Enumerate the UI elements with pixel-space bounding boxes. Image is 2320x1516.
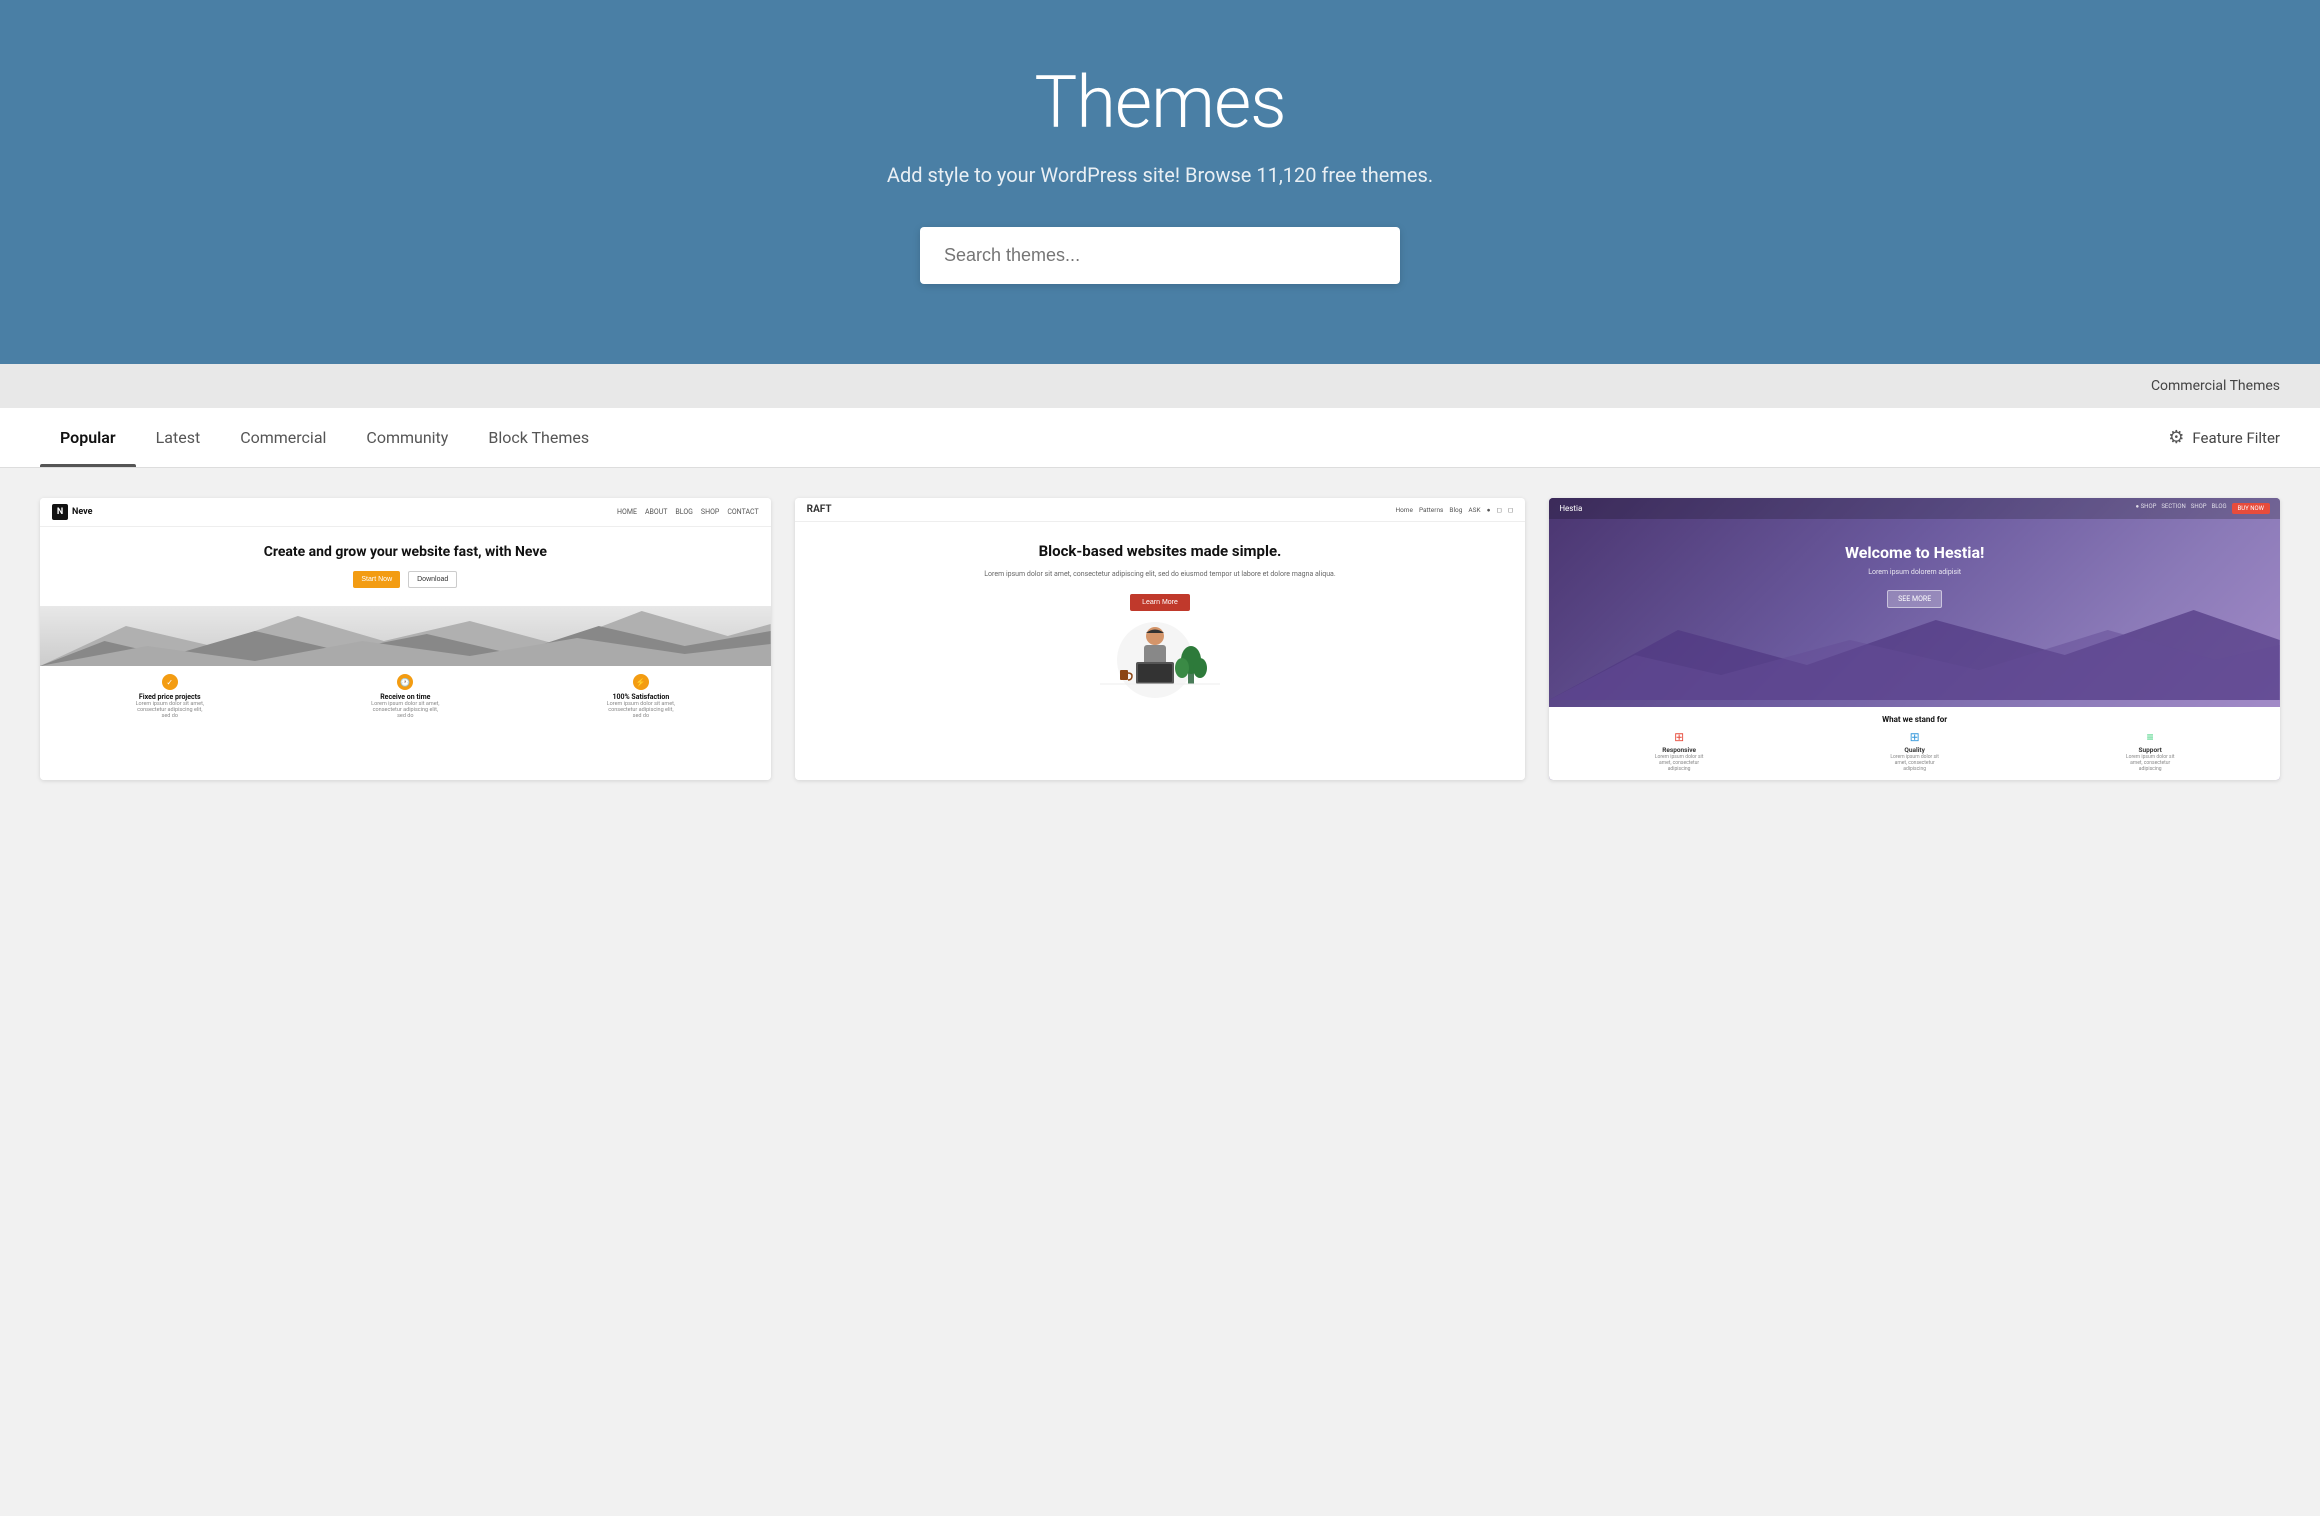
raft-preview: RAFT HomePatternsBlogASK ●◻◻ Block-based… — [795, 498, 1526, 780]
tabs-list: Popular Latest Commercial Community Bloc… — [40, 408, 609, 467]
neve-logo-text: Neve — [72, 507, 93, 517]
gear-icon: ⚙ — [2168, 427, 2184, 448]
hestia-nav: Hestia ● SHOPSECTIONSHOPBLOG BUY NOW — [1549, 498, 2280, 519]
support-icon: ≡ — [2123, 730, 2178, 744]
hestia-features: What we stand for ⊞ Responsive Lorem ips… — [1549, 707, 2280, 780]
raft-headline: Block-based websites made simple. — [811, 542, 1510, 562]
hestia-sub: Lorem ipsum dolorem adipisit — [1565, 568, 2264, 576]
themes-grid: N Neve HOMEABOUTBLOGSHOPCONTACT Create a… — [0, 468, 2320, 820]
raft-logo: RAFT — [807, 504, 832, 515]
quality-icon: ⊞ — [1887, 730, 1942, 744]
theme-card-neve[interactable]: N Neve HOMEABOUTBLOGSHOPCONTACT Create a… — [40, 498, 771, 780]
neve-logo-n: N — [52, 504, 68, 520]
raft-illustration — [795, 623, 1526, 703]
search-wrapper — [20, 227, 2300, 284]
hestia-preview: Hestia ● SHOPSECTIONSHOPBLOG BUY NOW Wel… — [1549, 498, 2280, 780]
responsive-icon: ⊞ — [1652, 730, 1707, 744]
hero-subtitle: Add style to your WordPress site! Browse… — [20, 163, 2300, 187]
hero-section: Themes Add style to your WordPress site!… — [0, 0, 2320, 364]
theme-card-hestia[interactable]: Hestia ● SHOPSECTIONSHOPBLOG BUY NOW Wel… — [1549, 498, 2280, 780]
tab-commercial[interactable]: Commercial — [220, 408, 346, 467]
top-bar: Commercial Themes — [0, 364, 2320, 408]
commercial-themes-link[interactable]: Commercial Themes — [2151, 378, 2280, 394]
neve-nav-links: HOMEABOUTBLOGSHOPCONTACT — [617, 508, 759, 516]
hestia-cta: SEE MORE — [1887, 590, 1942, 608]
search-input[interactable] — [920, 227, 1400, 284]
raft-sub: Lorem ipsum dolor sit amet, consectetur … — [811, 570, 1510, 580]
neve-preview: N Neve HOMEABOUTBLOGSHOPCONTACT Create a… — [40, 498, 771, 780]
hestia-headline: Welcome to Hestia! — [1565, 543, 2264, 562]
raft-nav-links: HomePatternsBlogASK ●◻◻ — [1395, 506, 1513, 514]
tabs-container: Popular Latest Commercial Community Bloc… — [0, 408, 2320, 468]
theme-card-raft[interactable]: RAFT HomePatternsBlogASK ●◻◻ Block-based… — [795, 498, 1526, 780]
feature-filter-button[interactable]: ⚙ Feature Filter — [2168, 427, 2280, 448]
page-title: Themes — [20, 60, 2300, 145]
neve-mountain-bg — [40, 606, 771, 666]
tab-community[interactable]: Community — [346, 408, 468, 467]
neve-headline: Create and grow your website fast, with … — [52, 543, 759, 561]
tab-latest[interactable]: Latest — [136, 408, 221, 467]
tab-block-themes[interactable]: Block Themes — [468, 408, 609, 467]
neve-download-btn[interactable]: Download — [408, 571, 457, 588]
hestia-content: Welcome to Hestia! Lorem ipsum dolorem a… — [1549, 519, 2280, 620]
raft-learn-btn[interactable]: Learn More — [1130, 594, 1190, 611]
feature-filter-label: Feature Filter — [2192, 429, 2280, 447]
neve-start-btn[interactable]: Start Now — [353, 571, 400, 588]
neve-features: ✓ Fixed price projects Lorem ipsum dolor… — [40, 666, 771, 727]
tab-popular[interactable]: Popular — [40, 408, 136, 467]
